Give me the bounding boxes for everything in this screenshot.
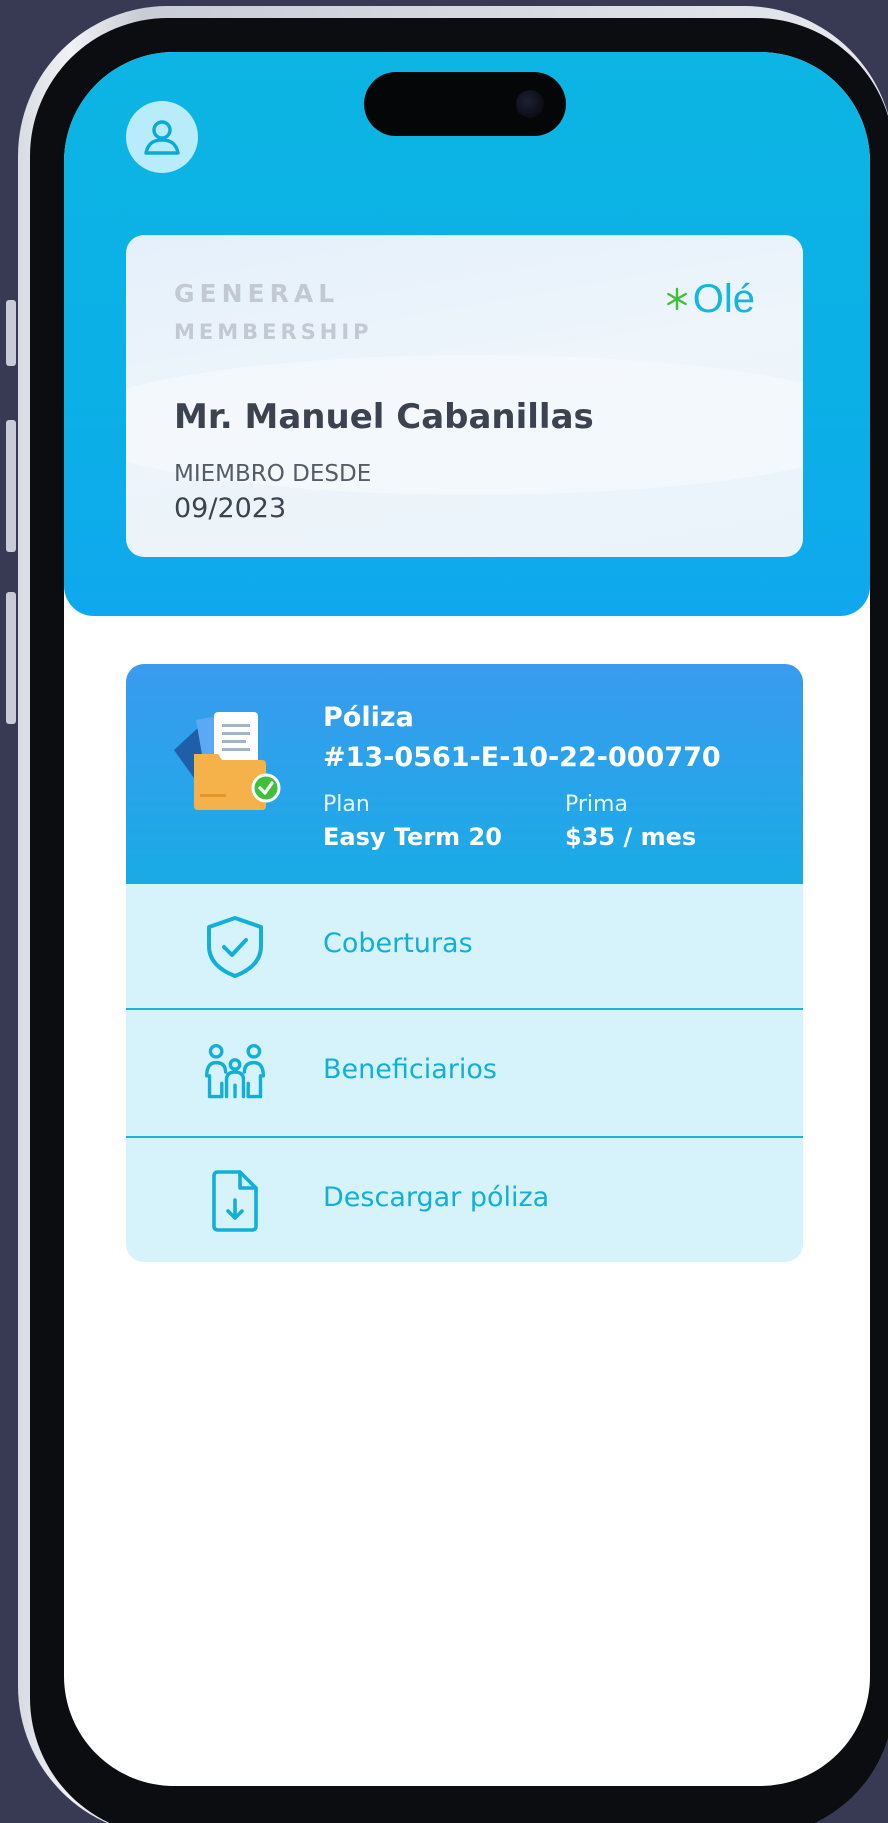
asterisk-logo-icon xyxy=(666,287,687,311)
volume-down-button xyxy=(6,592,16,724)
brand-logo: Olé xyxy=(665,279,755,319)
membership-tier-subtitle: MEMBERSHIP xyxy=(174,320,373,344)
menu-item-descargar-poliza[interactable]: Descargar póliza xyxy=(126,1138,803,1262)
menu-item-label: Beneficiarios xyxy=(323,1054,497,1085)
volume-up-button xyxy=(6,420,16,552)
member-since-date: 09/2023 xyxy=(174,493,287,524)
silent-switch xyxy=(6,300,16,366)
shield-check-icon xyxy=(202,914,268,980)
policy-number: #13-0561-E-10-22-000770 xyxy=(323,742,721,773)
plan-label: Plan xyxy=(323,792,370,817)
plan-value: Easy Term 20 xyxy=(323,823,502,851)
premium-label: Prima xyxy=(565,792,628,817)
membership-tier: GENERAL xyxy=(174,279,340,308)
user-avatar-icon xyxy=(144,120,180,155)
member-since-label: MIEMBRO DESDE xyxy=(174,461,372,487)
device-mockup: GENERAL MEMBERSHIP Olé Mr. Manuel Cabani… xyxy=(0,0,888,1823)
member-name: Mr. Manuel Cabanillas xyxy=(174,397,594,437)
family-icon xyxy=(202,1040,268,1106)
header: GENERAL MEMBERSHIP Olé Mr. Manuel Cabani… xyxy=(64,52,870,616)
membership-card: GENERAL MEMBERSHIP Olé Mr. Manuel Cabani… xyxy=(126,235,803,557)
policy-title: Póliza xyxy=(323,702,414,733)
policy-folder-icon xyxy=(174,712,281,810)
menu-item-coberturas[interactable]: Coberturas xyxy=(126,884,803,1010)
brand-name: Olé xyxy=(692,277,755,321)
camera-icon xyxy=(516,90,544,118)
policy-summary: Póliza #13-0561-E-10-22-000770 Plan Easy… xyxy=(126,664,803,884)
file-download-icon xyxy=(202,1168,268,1234)
policy-card: Póliza #13-0561-E-10-22-000770 Plan Easy… xyxy=(126,664,803,1262)
premium-value: $35 / mes xyxy=(565,823,697,851)
app-screen: GENERAL MEMBERSHIP Olé Mr. Manuel Cabani… xyxy=(64,52,870,1786)
menu-item-label: Descargar póliza xyxy=(323,1182,550,1213)
menu-item-beneficiarios[interactable]: Beneficiarios xyxy=(126,1010,803,1136)
dynamic-island xyxy=(364,72,566,136)
menu-item-label: Coberturas xyxy=(323,928,473,959)
profile-button[interactable] xyxy=(126,101,198,173)
